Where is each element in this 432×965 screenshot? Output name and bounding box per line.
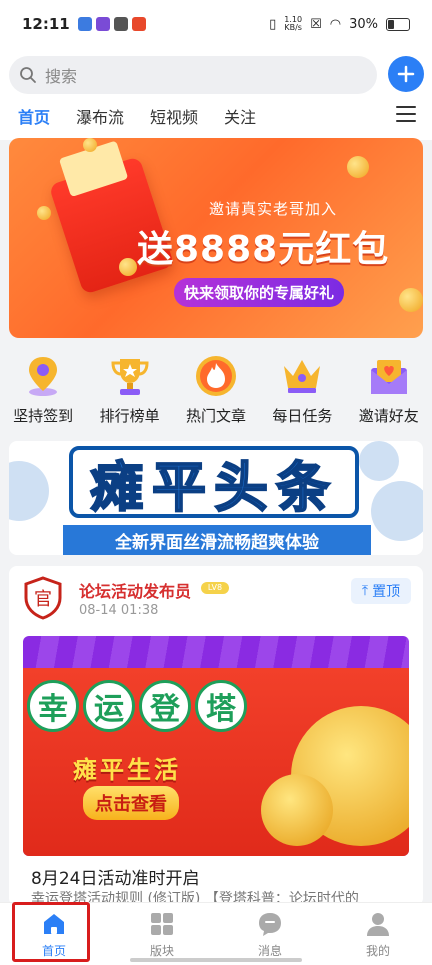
quick-actions: 坚持签到 排行榜单 热门文章 每日任务 邀请好友: [0, 355, 432, 435]
headline-title: 瘫平头条: [69, 446, 359, 520]
status-bar: 12:11 ▯ 1.10 KB/s ☒ ◠ 30%: [0, 0, 432, 48]
envelope-heart-icon: [368, 355, 410, 397]
sim-off-icon: ☒: [310, 16, 322, 32]
headline-banner[interactable]: 瘫平头条 全新界面丝滑流畅超爽体验: [9, 441, 423, 555]
post-time: 08-14 01:38: [79, 603, 159, 618]
post-image-subtitle: 瘫平生活: [73, 756, 181, 784]
quick-item-invite[interactable]: 邀请好友: [347, 355, 431, 435]
svg-text:官: 官: [34, 589, 52, 610]
trophy-icon: [109, 355, 151, 397]
post-author[interactable]: 论坛活动发布员: [79, 578, 191, 602]
coin-decoration: [399, 288, 423, 312]
post-image[interactable]: 幸 运 登 塔 瘫平生活 点击查看: [23, 636, 409, 856]
pin-up-icon: ⤒: [361, 583, 369, 599]
nav-messages[interactable]: 消息: [216, 903, 324, 965]
quick-item-hot[interactable]: 热门文章: [174, 355, 258, 435]
status-time: 12:11: [22, 15, 70, 33]
wifi-icon: ◠: [329, 16, 342, 32]
vibrate-icon: ▯: [269, 16, 277, 32]
user-icon: [364, 910, 392, 938]
banner-line2: 送8888元红包: [137, 229, 390, 270]
banner-line3: 快来领取你的专属好礼: [174, 278, 345, 307]
weibo-icon: [131, 17, 146, 31]
tab-short-video[interactable]: 短视频: [150, 104, 198, 134]
quick-item-daily-task[interactable]: 每日任务: [260, 355, 344, 435]
coin-decoration: [83, 138, 97, 152]
post-image-button: 点击查看: [83, 786, 179, 820]
search-bar[interactable]: 搜索: [9, 56, 377, 94]
grid-icon: [148, 910, 176, 938]
header: 搜索 首页 瀑布流 短视频 关注: [0, 48, 432, 140]
home-indicator: [130, 958, 302, 962]
battery-percent: 30%: [349, 16, 378, 32]
search-icon: [20, 67, 36, 83]
coin-decoration: [261, 774, 333, 846]
home-icon: [40, 910, 68, 938]
app-notification-icon: [113, 17, 128, 31]
tab-home[interactable]: 首页: [18, 104, 50, 134]
battery-icon: [386, 17, 410, 31]
quick-item-ranking[interactable]: 排行榜单: [88, 355, 172, 435]
feed-tabs: 首页 瀑布流 短视频 关注: [18, 104, 256, 134]
invite-banner[interactable]: 邀请真实老哥加入 送8888元红包 快来领取你的专属好礼: [9, 138, 423, 338]
post-title[interactable]: 8月24日活动准时开启: [31, 864, 199, 889]
coin-decoration: [37, 206, 51, 220]
net-speed: 1.10 KB/s: [284, 15, 303, 32]
tab-waterfall[interactable]: 瀑布流: [76, 104, 124, 134]
official-avatar-icon[interactable]: 官: [23, 576, 63, 620]
search-placeholder: 搜索: [45, 67, 78, 86]
menu-icon[interactable]: [396, 106, 416, 124]
coin-decoration: [119, 258, 137, 276]
location-pin-icon: [22, 355, 64, 397]
chat-bubble-icon: [256, 910, 284, 938]
app-notification-icon: [95, 17, 110, 31]
pinned-badge: ⤒ 置顶: [351, 578, 411, 604]
lucky-tower-title: 幸 运 登 塔: [27, 680, 247, 732]
tab-follow[interactable]: 关注: [224, 104, 256, 134]
coin-decoration: [347, 156, 369, 178]
nav-sections[interactable]: 版块: [108, 903, 216, 965]
bottom-nav: 首页 版块 消息 我的: [0, 902, 432, 965]
notification-icons: [77, 17, 146, 31]
headline-subtitle: 全新界面丝滑流畅超爽体验: [63, 525, 371, 555]
quick-item-checkin[interactable]: 坚持签到: [1, 355, 85, 435]
level-badge: LV8: [201, 582, 229, 594]
flame-icon: [195, 355, 237, 397]
add-post-button[interactable]: [388, 56, 424, 92]
plus-icon: [397, 65, 415, 83]
banner-line1: 邀请真实老哥加入: [209, 200, 338, 218]
app-notification-icon: [77, 17, 92, 31]
crown-icon: [281, 355, 323, 397]
nav-profile[interactable]: 我的: [324, 903, 432, 965]
nav-home[interactable]: 首页: [0, 903, 108, 965]
post-card[interactable]: 官 论坛活动发布员 LV8 08-14 01:38 ⤒ 置顶 幸 运 登 塔 瘫…: [9, 566, 423, 906]
